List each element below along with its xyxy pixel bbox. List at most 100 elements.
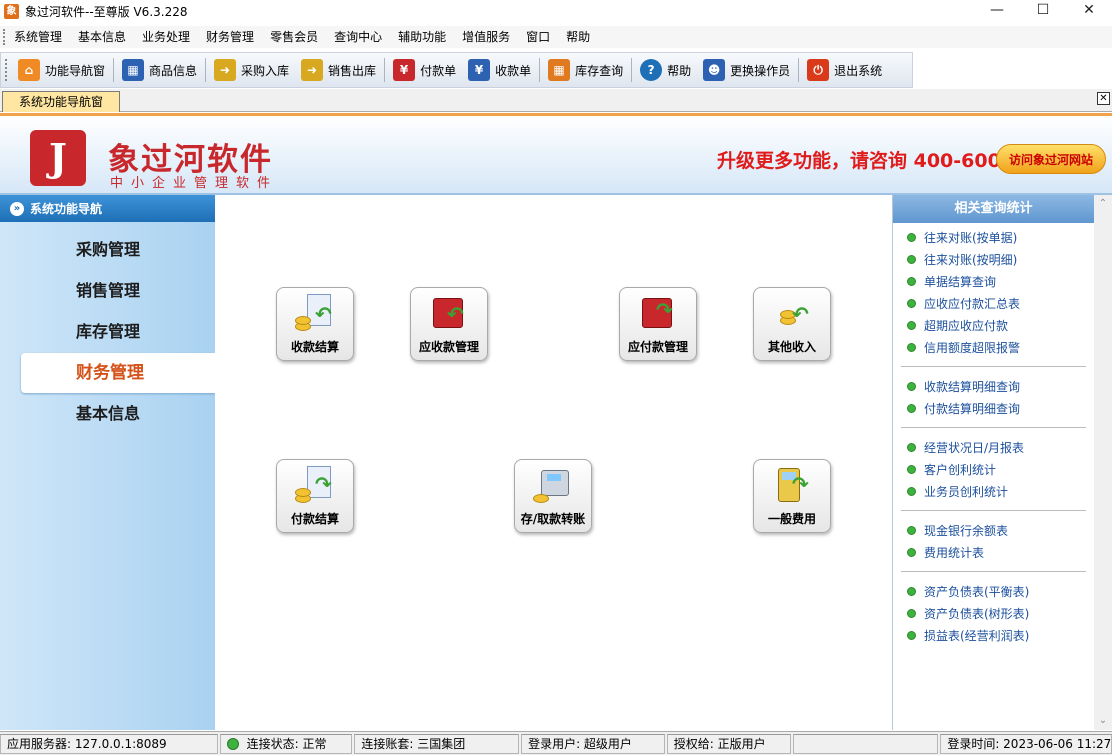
toolbar-switch-user-button[interactable]: ☻ 更换操作员 <box>697 55 796 85</box>
toolbar-receipt-button[interactable]: ¥ 收款单 <box>462 55 537 85</box>
toolbar-exit-button[interactable]: ⏻ 退出系统 <box>801 55 888 85</box>
query-link-label: 往来对账(按明细) <box>924 252 1018 267</box>
bullet-icon <box>907 486 916 496</box>
query-link-label: 资产负债表(树形表) <box>924 606 1030 621</box>
menu-retail[interactable]: 零售会员 <box>262 26 326 48</box>
nav-item-sales[interactable]: 销售管理 <box>0 271 215 311</box>
bullet-icon <box>907 298 916 308</box>
menu-addons[interactable]: 增值服务 <box>454 26 518 48</box>
query-link[interactable]: 应收应付款汇总表 <box>893 292 1094 314</box>
toolbar-receipt-label: 收款单 <box>495 63 532 78</box>
deposit-transfer-button[interactable]: 存/取款转账 <box>514 459 592 533</box>
group-divider <box>901 571 1086 572</box>
toolbar-help-button[interactable]: ? 帮助 <box>634 55 697 85</box>
receivables-icon: ↶ <box>427 294 471 334</box>
receipt-settlement-icon: ↶ <box>293 294 337 334</box>
query-link[interactable]: 费用统计表 <box>893 541 1094 563</box>
receivables-label: 应收款管理 <box>418 340 479 354</box>
menu-tools[interactable]: 辅助功能 <box>390 26 454 48</box>
toolbar-inventory-button[interactable]: ▦ 库存查询 <box>542 55 629 85</box>
general-expense-label: 一般费用 <box>767 512 816 526</box>
payables-icon: ↷ <box>636 294 680 334</box>
toolbar-separator <box>384 58 386 82</box>
query-link[interactable]: 业务员创利统计 <box>893 480 1094 502</box>
query-link[interactable]: 客户创利统计 <box>893 458 1094 480</box>
payables-button[interactable]: ↷ 应付款管理 <box>619 287 697 361</box>
toolbar-goods-button[interactable]: ▦ 商品信息 <box>116 55 203 85</box>
other-income-button[interactable]: ↶ 其他收入 <box>753 287 831 361</box>
logo-icon: J <box>30 130 86 186</box>
bullet-icon <box>907 403 916 413</box>
toolbar-sales-button[interactable]: ➜ 销售出库 <box>295 55 382 85</box>
toolbar-exit-label: 退出系统 <box>834 63 883 78</box>
query-link[interactable]: 往来对账(按单据) <box>893 226 1094 248</box>
deposit-transfer-label: 存/取款转账 <box>520 512 586 526</box>
bullet-icon <box>907 525 916 535</box>
payment-settlement-button[interactable]: ↷ 付款结算 <box>276 459 354 533</box>
toolbar-goods-label: 商品信息 <box>149 63 198 78</box>
toolbar-payment-label: 付款单 <box>420 63 457 78</box>
payment-settlement-label: 付款结算 <box>290 512 339 526</box>
status-connection: 连接状态: 正常 <box>219 733 353 754</box>
query-link[interactable]: 往来对账(按明细) <box>893 248 1094 270</box>
scroll-up-icon[interactable]: ⌃ <box>1094 195 1112 213</box>
query-link[interactable]: 经营状况日/月报表 <box>893 436 1094 458</box>
visit-website-button[interactable]: 访问象过河网站 <box>996 144 1106 174</box>
nav-item-finance[interactable]: 财务管理 <box>21 353 215 393</box>
minimize-button[interactable]: — <box>974 0 1020 20</box>
toolbar-separator <box>113 58 115 82</box>
close-button[interactable]: ✕ <box>1066 0 1112 20</box>
query-link[interactable]: 超期应收应付款 <box>893 314 1094 336</box>
menu-basic-info[interactable]: 基本信息 <box>70 26 134 48</box>
tab-function-navigator[interactable]: 系统功能导航窗 <box>2 91 120 112</box>
query-link[interactable]: 资产负债表(平衡表) <box>893 580 1094 602</box>
toolbar-separator <box>539 58 541 82</box>
query-link[interactable]: 损益表(经营利润表) <box>893 624 1094 646</box>
query-link[interactable]: 付款结算明细查询 <box>893 397 1094 419</box>
receipt-settlement-button[interactable]: ↶ 收款结算 <box>276 287 354 361</box>
calculator-icon: ↷ <box>770 466 814 506</box>
grid-icon: ▦ <box>122 59 145 81</box>
folder-out-icon: ➜ <box>301 59 324 81</box>
menu-help[interactable]: 帮助 <box>558 26 598 48</box>
banner: J 象过河软件 中小企业管理软件 升级更多功能，请咨询 400-600-1168… <box>0 113 1112 195</box>
nav-item-inventory[interactable]: 库存管理 <box>0 312 215 352</box>
menu-window[interactable]: 窗口 <box>518 26 558 48</box>
menu-business[interactable]: 业务处理 <box>134 26 198 48</box>
receivables-button[interactable]: ↶ 应收款管理 <box>410 287 488 361</box>
double-chevron-icon: » <box>10 201 24 216</box>
status-license: 授权给: 正版用户 <box>666 733 791 754</box>
status-login-time: 登录时间: 2023-06-06 11:27 <box>940 733 1112 754</box>
maximize-button[interactable]: ☐ <box>1020 0 1066 20</box>
group-divider <box>901 427 1086 428</box>
query-link-label: 超期应收应付款 <box>924 318 1009 333</box>
nav-item-purchase[interactable]: 采购管理 <box>0 230 215 270</box>
query-link[interactable]: 收款结算明细查询 <box>893 375 1094 397</box>
menu-query[interactable]: 查询中心 <box>326 26 390 48</box>
power-icon: ⏻ <box>807 59 830 81</box>
folder-in-icon: ➜ <box>214 59 237 81</box>
payables-label: 应付款管理 <box>627 340 688 354</box>
tab-close-icon[interactable]: ✕ <box>1097 92 1110 105</box>
toolbar-payment-button[interactable]: ¥ 付款单 <box>387 55 462 85</box>
connection-status-icon <box>226 737 239 750</box>
query-link[interactable]: 单据结算查询 <box>893 270 1094 292</box>
menu-finance[interactable]: 财务管理 <box>198 26 262 48</box>
toolbar-nav-button[interactable]: ⌂ 功能导航窗 <box>12 55 111 85</box>
toolbar-purchase-button[interactable]: ➜ 采购入库 <box>208 55 295 85</box>
status-bar: 应用服务器: 127.0.0.1:8089 连接状态: 正常 连接账套: 三国集… <box>0 731 1112 755</box>
query-link-label: 单据结算查询 <box>924 274 997 289</box>
scroll-down-icon[interactable]: ⌄ <box>1094 712 1112 730</box>
toolbar-purchase-label: 采购入库 <box>241 63 290 78</box>
nav-item-basic-info[interactable]: 基本信息 <box>0 394 215 434</box>
bullet-icon <box>907 586 916 596</box>
toolbar-nav-label: 功能导航窗 <box>45 63 106 78</box>
query-link[interactable]: 资产负债表(树形表) <box>893 602 1094 624</box>
general-expense-button[interactable]: ↷ 一般费用 <box>753 459 831 533</box>
vertical-scrollbar[interactable]: ⌃ ⌄ <box>1094 195 1112 730</box>
query-link-label: 应收应付款汇总表 <box>924 296 1021 311</box>
menu-system[interactable]: 系统管理 <box>6 26 70 48</box>
query-link-label: 收款结算明细查询 <box>924 379 1021 394</box>
query-link[interactable]: 现金银行余额表 <box>893 519 1094 541</box>
query-link[interactable]: 信用额度超限报警 <box>893 336 1094 358</box>
